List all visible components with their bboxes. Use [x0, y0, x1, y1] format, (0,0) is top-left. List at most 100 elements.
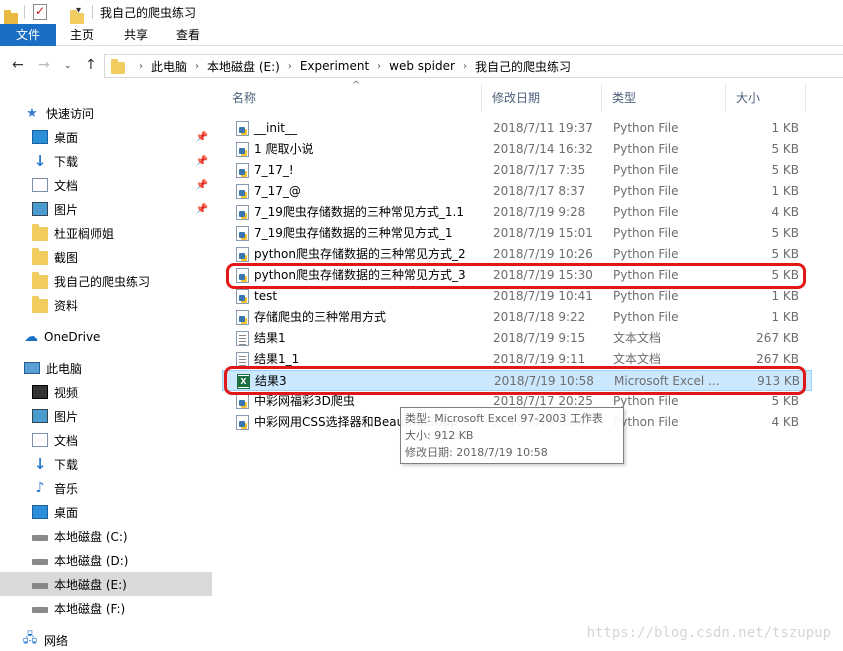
address-bar[interactable]: › 此电脑 › 本地磁盘 (E:) › Experiment › web spi… [104, 54, 843, 78]
file-date: 2018/7/19 10:41 [493, 289, 593, 303]
computer-icon [24, 362, 40, 374]
file-type: Python File [613, 121, 679, 135]
sidebar-item-folder-1[interactable]: 杜亚榈师姐 [0, 221, 212, 245]
back-arrow-icon[interactable]: ← [12, 57, 24, 73]
file-row[interactable]: 7_19爬虫存储数据的三种常见方式_1 2018/7/19 15:01 Python… [222, 223, 812, 244]
breadcrumb-experiment[interactable]: Experiment [300, 59, 369, 73]
file-size: 4 KB [771, 415, 799, 429]
file-name: __init__ [254, 121, 297, 135]
drive-icon [32, 607, 48, 613]
sidebar-item-materials[interactable]: 资料 [0, 293, 212, 317]
sidebar-item-desktop[interactable]: 桌面 📌 [0, 125, 212, 149]
chevron-down-icon[interactable]: ▾ [76, 5, 81, 16]
file-name: 结果1 [254, 331, 286, 345]
file-name-cell: test [236, 286, 490, 307]
column-header-size[interactable]: 大小 [726, 84, 806, 112]
sidebar-item-screenshots[interactable]: 截图 [0, 245, 212, 269]
python-file-icon [236, 142, 249, 157]
breadcrumb-web-spider[interactable]: web spider [389, 59, 455, 73]
tab-view[interactable]: 查看 [168, 24, 208, 46]
file-row[interactable]: 1 爬取小说 2018/7/14 16:32 Python File 5 KB [222, 139, 812, 160]
tooltip-type: 类型: Microsoft Excel 97-2003 工作表 [405, 412, 603, 425]
ribbon-tabs: 文件 主页 共享 查看 [0, 24, 843, 46]
file-name: 7_17_@ [254, 184, 301, 198]
pin-icon[interactable]: 📌 [196, 156, 208, 167]
folder-icon [32, 296, 48, 313]
file-row[interactable]: test 2018/7/19 10:41 Python File 1 KB [222, 286, 812, 307]
python-file-icon [236, 415, 249, 430]
file-name-cell: __init__ [236, 118, 490, 139]
sidebar-item-this-pc[interactable]: 此电脑 [0, 356, 212, 380]
tab-file[interactable]: 文件 [0, 24, 56, 46]
sidebar-item-pc-downloads[interactable]: ↓ 下载 [0, 452, 212, 476]
breadcrumb-current-folder[interactable]: 我自己的爬虫练习 [475, 58, 571, 75]
file-size: 1 KB [771, 184, 799, 198]
python-file-icon [236, 184, 249, 199]
breadcrumb-drive-e[interactable]: 本地磁盘 (E:) [207, 58, 280, 75]
sidebar-item-documents[interactable]: 文档 📌 [0, 173, 212, 197]
column-header-date[interactable]: 修改日期 [482, 84, 602, 112]
document-icon [32, 433, 48, 447]
navigation-bar: ← → ⌄ ↑ › 此电脑 › 本地磁盘 (E:) › Experiment ›… [0, 52, 843, 80]
sidebar-item-drive-d[interactable]: 本地磁盘 (D:) [0, 548, 212, 572]
sidebar-item-quick-access[interactable]: ★ 快速访问 [0, 101, 212, 125]
up-arrow-icon[interactable]: ↑ [85, 57, 97, 73]
cloud-icon: ☁ [24, 329, 38, 345]
sidebar-item-network[interactable]: 🖧 网络 [0, 628, 212, 651]
file-name-cell: python爬虫存储数据的三种常见方式_2 [236, 244, 490, 265]
network-icon: 🖧 [22, 631, 38, 646]
file-name-cell: 1 爬取小说 [236, 139, 490, 160]
text-file-icon [236, 331, 249, 346]
file-size: 5 KB [771, 247, 799, 261]
column-header-name[interactable]: 名称 [222, 84, 482, 112]
sidebar-item-videos[interactable]: 视频 [0, 380, 212, 404]
sidebar-item-pictures[interactable]: 图片 📌 [0, 197, 212, 221]
sidebar-item-onedrive[interactable]: ☁ OneDrive [0, 325, 212, 349]
download-icon: ↓ [33, 455, 47, 473]
sidebar-item-drive-f[interactable]: 本地磁盘 (F:) [0, 596, 212, 620]
breadcrumb-separator: › [377, 60, 382, 72]
sidebar-item-pc-documents[interactable]: 文档 [0, 428, 212, 452]
tab-home[interactable]: 主页 [62, 24, 102, 46]
file-row[interactable]: __init__ 2018/7/11 19:37 Python File 1 KB [222, 118, 812, 139]
file-row[interactable]: 存储爬虫的三种常用方式 2018/7/18 9:22 Python File 1 KB [222, 307, 812, 328]
forward-arrow-icon[interactable]: → [38, 57, 50, 73]
file-size: 4 KB [771, 205, 799, 219]
sidebar-item-drive-c[interactable]: 本地磁盘 (C:) [0, 524, 212, 548]
column-header-type[interactable]: 类型 [602, 84, 726, 112]
sidebar-item-downloads[interactable]: ↓ 下载 📌 [0, 149, 212, 173]
sidebar-item-drive-e[interactable]: 本地磁盘 (E:) [0, 572, 212, 596]
file-name: 存储爬虫的三种常用方式 [254, 310, 387, 324]
sidebar-item-music[interactable]: ♪ 音乐 [0, 476, 212, 500]
python-file-icon [236, 226, 249, 241]
file-name-cell: 7_19爬虫存储数据的三种常见方式_1.1 [236, 202, 490, 223]
download-icon: ↓ [33, 152, 47, 170]
file-row[interactable]: 结果1 2018/7/19 9:15 文本文档 267 KB [222, 328, 812, 349]
properties-icon[interactable]: ✓ [33, 4, 47, 20]
python-file-icon [236, 163, 249, 178]
sidebar-item-pc-pictures[interactable]: 图片 [0, 404, 212, 428]
watermark: https://blog.csdn.net/tszupup [586, 625, 831, 641]
file-name-cell: 7_17_! [236, 160, 490, 181]
pin-icon[interactable]: 📌 [196, 180, 208, 191]
tab-share[interactable]: 共享 [116, 24, 156, 46]
python-file-icon [236, 121, 249, 136]
file-row[interactable]: 7_17_! 2018/7/17 7:35 Python File 5 KB [222, 160, 812, 181]
highlight-oval [226, 263, 806, 289]
pin-icon[interactable]: 📌 [196, 132, 208, 143]
file-row[interactable]: python爬虫存储数据的三种常见方式_2 2018/7/19 10:26 Pyth… [222, 244, 812, 265]
recent-chevron-icon[interactable]: ⌄ [64, 61, 72, 71]
pin-icon[interactable]: 📌 [196, 204, 208, 215]
drive-icon [32, 559, 48, 565]
file-row[interactable]: 7_17_@ 2018/7/17 8:37 Python File 1 KB [222, 181, 812, 202]
sidebar-item-pc-desktop[interactable]: 桌面 [0, 500, 212, 524]
breadcrumb-this-pc[interactable]: 此电脑 [151, 58, 187, 75]
divider [92, 5, 93, 19]
folder-icon [32, 248, 48, 265]
sidebar-item-spider-practice[interactable]: 我自己的爬虫练习 [0, 269, 212, 293]
file-date: 2018/7/19 9:28 [493, 205, 586, 219]
file-type: Python File [613, 415, 679, 429]
column-headers: 名称 修改日期 类型 大小 [222, 84, 812, 112]
file-row[interactable]: 7_19爬虫存储数据的三种常见方式_1.1 2018/7/19 9:28 Pytho… [222, 202, 812, 223]
file-type: 文本文档 [613, 331, 662, 345]
